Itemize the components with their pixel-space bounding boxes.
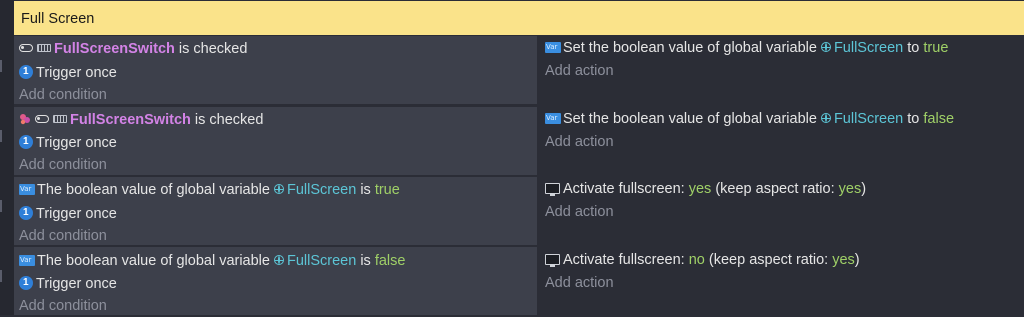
actions-panel[interactable]: Set the boolean value of global variable… (539, 107, 1024, 175)
conditions-panel[interactable]: The boolean value of global variable Full… (14, 177, 538, 245)
add-condition-link[interactable]: Add condition (19, 225, 107, 247)
condition-text: Trigger once (36, 65, 117, 81)
gutter-marker (0, 60, 2, 72)
actions-panel[interactable]: Activate fullscreen: no (keep aspect rat… (539, 247, 1024, 315)
add-condition-link[interactable]: Add condition (19, 84, 107, 106)
trigger-once-icon (19, 135, 33, 150)
add-action-link[interactable]: Add action (545, 131, 614, 153)
variable-icon (19, 183, 35, 195)
add-action-link[interactable]: Add action (545, 201, 614, 223)
global-variable-icon (273, 255, 284, 266)
value-text: no (688, 252, 705, 268)
value-text: true (374, 182, 400, 198)
action-text: ) (861, 181, 867, 197)
event-3[interactable]: The boolean value of global variable Full… (14, 177, 1024, 245)
action-activate-fullscreen[interactable]: Activate fullscreen: no (keep aspect rat… (545, 249, 860, 271)
variable-name: FullScreen (286, 253, 357, 269)
actions-panel[interactable]: Activate fullscreen: yes (keep aspect ra… (539, 177, 1024, 245)
trigger-once-icon (19, 65, 33, 80)
action-text: ) (854, 252, 860, 268)
condition-text: is checked (190, 112, 264, 128)
conditions-panel[interactable]: The boolean value of global variable Full… (14, 247, 538, 315)
toggle-icon (35, 115, 49, 124)
screen-icon (545, 253, 560, 267)
toggle-icon (19, 44, 33, 53)
action-text: Set the boolean value of global variable (563, 111, 817, 127)
object-name: FullScreenSwitch (54, 41, 175, 57)
event-2[interactable]: FullScreenSwitch is checked Trigger once… (14, 107, 1024, 175)
group-header[interactable]: Full Screen (14, 0, 1024, 36)
condition-text: is (356, 182, 375, 198)
variable-icon (545, 112, 561, 124)
action-text: (keep aspect ratio: (711, 181, 839, 197)
add-action-link[interactable]: Add action (545, 60, 614, 82)
variable-name: FullScreen (286, 182, 357, 198)
conditions-panel[interactable]: FullScreenSwitch is checked Trigger once… (14, 107, 538, 175)
value-text: yes (838, 181, 862, 197)
invert-condition-icon (20, 114, 30, 125)
condition-text: Trigger once (36, 276, 117, 292)
condition-text: Trigger once (36, 206, 117, 222)
switch-object-icon (37, 44, 51, 53)
gutter-marker (0, 270, 2, 282)
condition-variable-compare[interactable]: The boolean value of global variable Full… (19, 250, 405, 272)
condition-trigger-once[interactable]: Trigger once (19, 62, 117, 84)
global-variable-icon (820, 113, 831, 124)
add-condition-link[interactable]: Add condition (19, 295, 107, 317)
action-text: (keep aspect ratio: (704, 252, 833, 268)
global-variable-icon (273, 184, 284, 195)
condition-trigger-once[interactable]: Trigger once (19, 203, 117, 225)
add-condition-link[interactable]: Add condition (19, 154, 107, 176)
object-name: FullScreenSwitch (70, 112, 191, 128)
condition-text: The boolean value of global variable (37, 182, 270, 198)
action-text: to (903, 40, 924, 56)
value-text: yes (688, 181, 712, 197)
action-text: Activate fullscreen: (563, 181, 689, 197)
variable-name: FullScreen (833, 40, 904, 56)
action-set-variable[interactable]: Set the boolean value of global variable… (545, 108, 954, 130)
global-variable-icon (820, 42, 831, 53)
action-activate-fullscreen[interactable]: Activate fullscreen: yes (keep aspect ra… (545, 178, 866, 200)
value-text: yes (832, 252, 855, 268)
gutter-marker (0, 130, 2, 142)
condition-text: is (356, 253, 375, 269)
value-text: false (923, 111, 955, 127)
event-1[interactable]: FullScreenSwitch is checked Trigger once… (14, 36, 1024, 104)
trigger-once-icon (19, 206, 33, 221)
event-4[interactable]: The boolean value of global variable Full… (14, 247, 1024, 315)
action-text: Activate fullscreen: (563, 252, 689, 268)
variable-name: FullScreen (833, 111, 904, 127)
conditions-panel[interactable]: FullScreenSwitch is checked Trigger once… (14, 36, 538, 104)
group-title: Full Screen (21, 11, 95, 27)
trigger-once-icon (19, 276, 33, 291)
screen-icon (545, 182, 560, 196)
event-gutter (0, 0, 14, 315)
variable-icon (545, 41, 561, 53)
condition-trigger-once[interactable]: Trigger once (19, 273, 117, 295)
condition-trigger-once[interactable]: Trigger once (19, 132, 117, 154)
action-text: to (903, 111, 924, 127)
condition-variable-compare[interactable]: The boolean value of global variable Full… (19, 179, 400, 201)
value-text: true (923, 40, 949, 56)
action-set-variable[interactable]: Set the boolean value of global variable… (545, 37, 948, 59)
variable-icon (19, 254, 35, 266)
condition-text: Trigger once (36, 135, 117, 151)
add-action-link[interactable]: Add action (545, 272, 614, 294)
value-text: false (374, 253, 406, 269)
condition-switch-checked[interactable]: FullScreenSwitch is checked (19, 38, 247, 60)
condition-switch-checked-inverted[interactable]: FullScreenSwitch is checked (19, 109, 263, 131)
switch-object-icon (53, 115, 67, 124)
condition-text: The boolean value of global variable (37, 253, 270, 269)
actions-panel[interactable]: Set the boolean value of global variable… (539, 36, 1024, 104)
gutter-marker (0, 200, 2, 212)
action-text: Set the boolean value of global variable (563, 40, 817, 56)
condition-text: is checked (174, 41, 248, 57)
